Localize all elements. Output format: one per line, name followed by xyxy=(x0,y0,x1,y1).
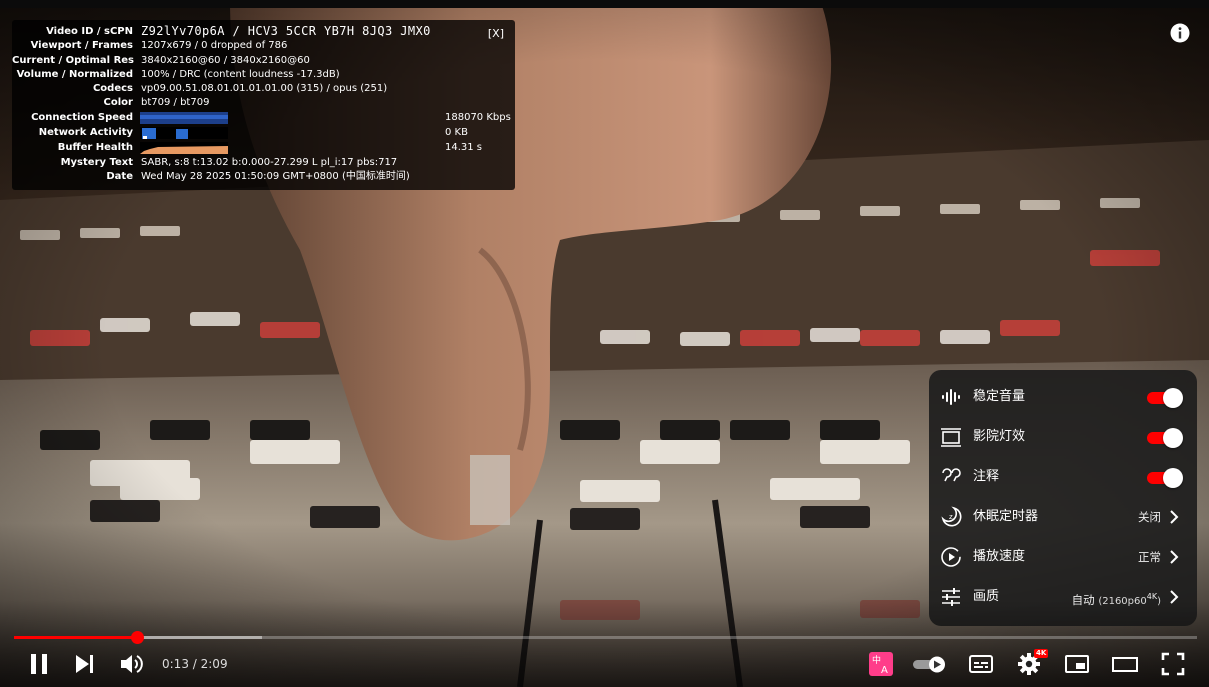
network-activity-graph xyxy=(140,127,228,139)
menu-item-annotations[interactable]: 注释 xyxy=(929,457,1197,497)
pause-icon[interactable] xyxy=(26,651,52,677)
stats-label: Buffer Health xyxy=(57,142,133,153)
stats-value: bt709 / bt709 xyxy=(141,97,210,108)
menu-item-value: 正常 xyxy=(1138,550,1161,564)
time-current: 0:13 xyxy=(162,657,189,671)
playback-speed-icon xyxy=(941,547,961,567)
stats-label: Codecs xyxy=(92,83,133,94)
theater-mode-icon[interactable] xyxy=(1112,651,1138,677)
annotations-icon xyxy=(942,468,961,482)
video-player[interactable]: [X] Video ID / sCPN Z92lYv70p6A / HCV3 5… xyxy=(0,0,1209,687)
fullscreen-icon[interactable] xyxy=(1160,651,1186,677)
top-bar xyxy=(0,0,1209,8)
ambient-mode-icon xyxy=(941,428,961,447)
chevron-right-icon xyxy=(1170,550,1179,564)
connection-speed-graph xyxy=(140,112,228,124)
menu-item-ambient-mode[interactable]: 影院灯效 xyxy=(929,417,1197,457)
quality-4k-badge: 4K xyxy=(1034,649,1049,658)
progress-scrubber[interactable] xyxy=(131,631,144,644)
stats-label: Viewport / Frames xyxy=(30,40,133,51)
stats-label: Video ID / sCPN xyxy=(46,26,133,37)
stats-label: Color xyxy=(103,97,133,108)
svg-text:中: 中 xyxy=(872,654,881,666)
time-display: 0:13 / 2:09 xyxy=(162,655,228,673)
stats-value: Wed May 28 2025 01:50:09 GMT+0800 (中国标准时… xyxy=(141,171,410,182)
info-icon[interactable] xyxy=(1169,22,1191,44)
stats-value: 188070 Kbps xyxy=(445,112,511,123)
stats-value: 100% / DRC (content loudness -17.3dB) xyxy=(141,69,340,80)
time-separator: / xyxy=(188,657,201,671)
menu-item-label: 休眠定时器 xyxy=(973,509,1039,524)
svg-text:A: A xyxy=(881,665,888,676)
menu-item-stable-volume[interactable]: 稳定音量 xyxy=(929,377,1197,417)
stats-for-nerds-panel: [X] Video ID / sCPN Z92lYv70p6A / HCV3 5… xyxy=(12,20,515,190)
stats-label: Network Activity xyxy=(38,127,133,138)
stats-value: 14.31 s xyxy=(445,142,483,153)
stats-label: Mystery Text xyxy=(60,157,133,168)
progress-played xyxy=(14,636,137,639)
autoplay-toggle-icon[interactable] xyxy=(912,651,950,677)
stats-value: 3840x2160@60 / 3840x2160@60 xyxy=(141,55,310,66)
stats-value: Z92lYv70p6A / HCV3 5CCR YB7H 8JQ3 JMX0 xyxy=(141,24,431,38)
time-total: 2:09 xyxy=(200,657,228,671)
menu-item-value: 关闭 xyxy=(1138,510,1161,524)
stats-label: Volume / Normalized xyxy=(16,69,133,80)
menu-item-label: 稳定音量 xyxy=(973,389,1026,404)
menu-item-sleep-timer[interactable]: z 休眠定时器 关闭 xyxy=(929,497,1197,537)
miniplayer-icon[interactable] xyxy=(1064,651,1090,677)
next-icon[interactable] xyxy=(72,651,98,677)
settings-menu: 稳定音量 影院灯效 注释 z 休眠定时器 关闭 播放速度 正常 画质 4K xyxy=(929,370,1197,626)
menu-item-label: 注释 xyxy=(973,469,1000,484)
ambient-mode-toggle[interactable] xyxy=(1147,428,1183,448)
menu-item-label: 播放速度 xyxy=(973,549,1026,564)
subtitles-icon[interactable] xyxy=(968,651,994,677)
stats-close-button[interactable]: [X] xyxy=(488,27,504,40)
stats-value: SABR, s:8 t:13.02 b:0.000-27.299 L pl_i:… xyxy=(141,157,398,168)
stats-value: 1207x679 / 0 dropped of 786 xyxy=(141,40,288,51)
stats-label: Date xyxy=(106,171,133,182)
svg-text:z: z xyxy=(949,513,953,521)
progress-bar[interactable] xyxy=(14,631,1197,644)
annotations-toggle[interactable] xyxy=(1147,468,1183,488)
stable-volume-icon xyxy=(942,389,960,405)
stats-value: 0 KB xyxy=(445,127,468,138)
stats-value: vp09.00.51.08.01.01.01.01.00 (315) / opu… xyxy=(141,83,388,94)
stable-volume-toggle[interactable] xyxy=(1147,388,1183,408)
stats-label: Connection Speed xyxy=(31,112,133,123)
sleep-timer-icon: z xyxy=(941,506,962,527)
buffer-health-graph xyxy=(140,142,228,154)
menu-item-label: 影院灯效 xyxy=(973,429,1026,444)
menu-item-playback-speed[interactable]: 播放速度 正常 xyxy=(929,537,1197,577)
chevron-right-icon xyxy=(1170,510,1179,524)
volume-icon[interactable] xyxy=(118,651,144,677)
stats-label: Current / Optimal Res xyxy=(12,55,134,66)
translate-icon[interactable]: 中 A xyxy=(868,651,894,677)
